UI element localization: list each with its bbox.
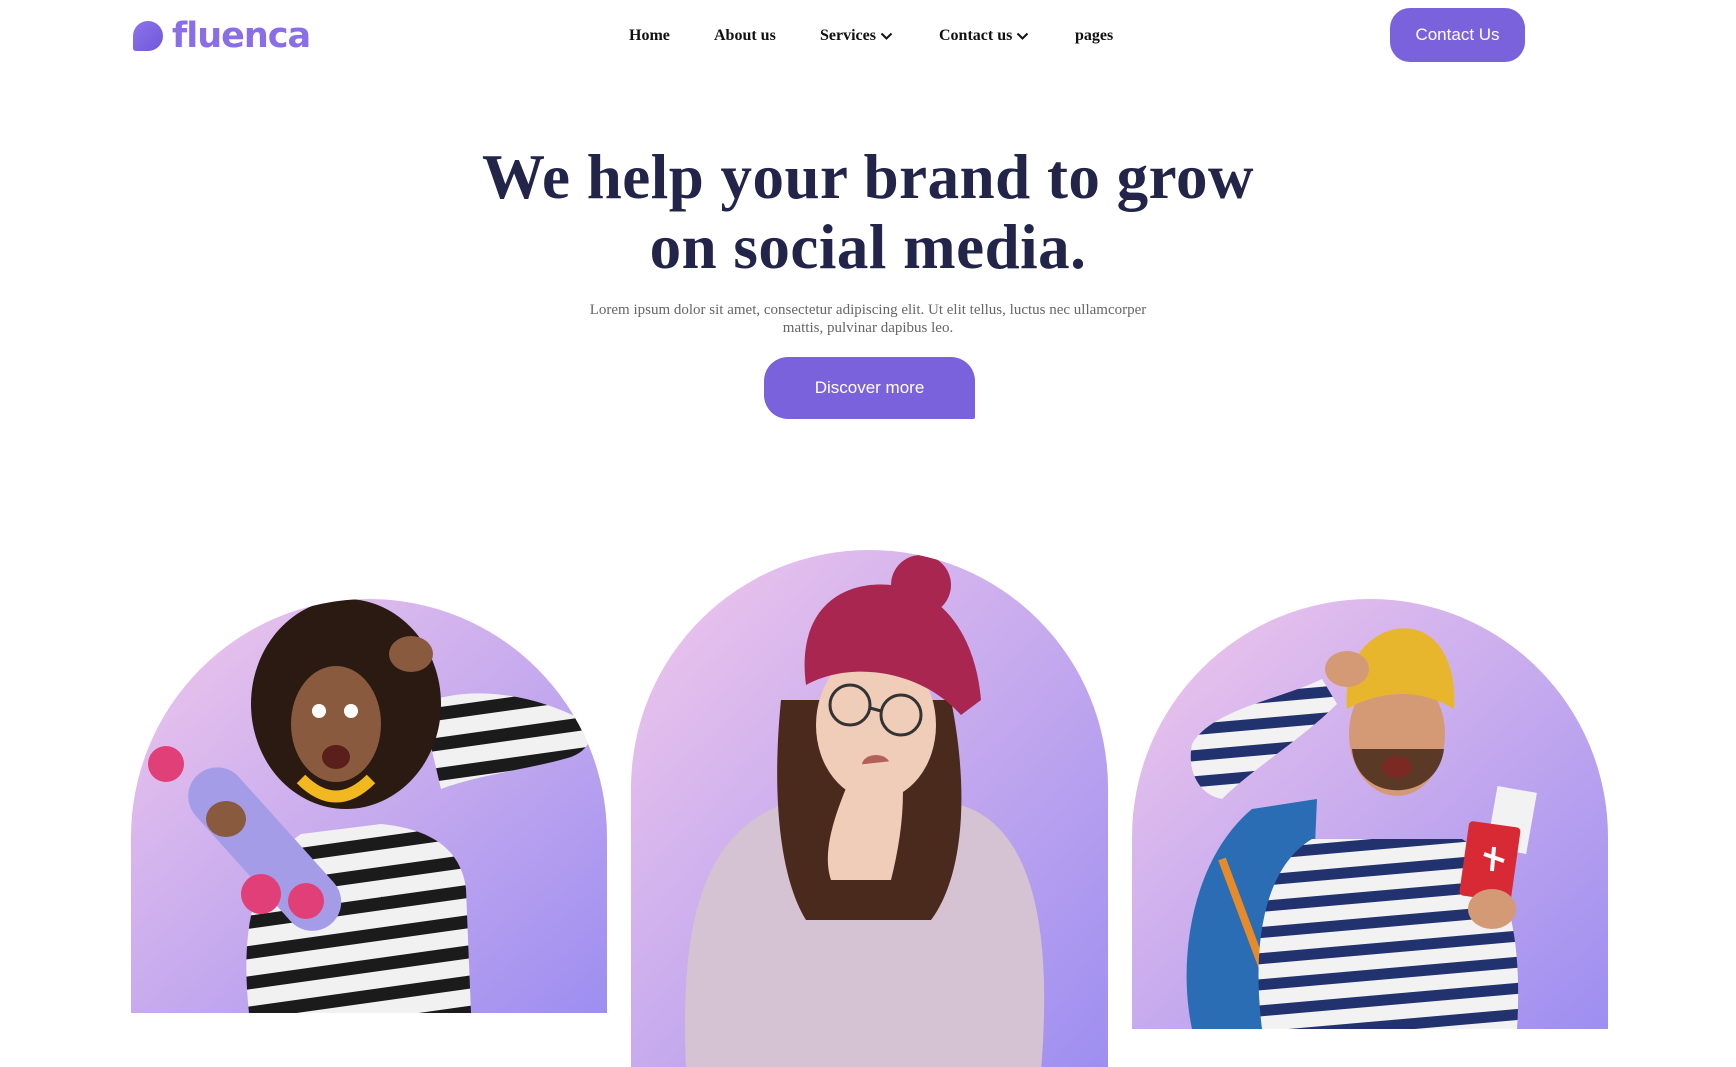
nav-item-label: Home: [629, 27, 670, 44]
contact-us-button-label: Contact Us: [1415, 25, 1500, 44]
nav-item-services[interactable]: Services: [820, 24, 893, 48]
nav-item-label: pages: [1075, 27, 1114, 44]
nav-item-label: About us: [714, 27, 776, 44]
woman-in-knit-hat-photo: [631, 550, 1108, 1067]
nav-item-label: Services: [820, 27, 876, 44]
discover-more-button[interactable]: Discover more: [764, 357, 975, 419]
discover-more-button-label: Discover more: [814, 378, 925, 397]
nav-item-contact[interactable]: Contact us: [939, 24, 1029, 48]
hero-description: Lorem ipsum dolor sit amet, consectetur …: [589, 302, 1147, 336]
nav-item-label: Contact us: [939, 27, 1013, 44]
hero-title: We help your brand to grow on social med…: [481, 142, 1254, 282]
nav-item-about[interactable]: About us: [714, 24, 776, 48]
nav-item-pages[interactable]: pages: [1075, 24, 1113, 48]
chevron-down-icon: [880, 32, 893, 40]
chevron-down-icon: [1017, 32, 1029, 40]
contact-us-button[interactable]: Contact Us: [1390, 8, 1525, 62]
nav-item-home[interactable]: Home: [629, 24, 670, 48]
man-with-passport-photo: [1132, 599, 1608, 1029]
woman-with-skateboard-photo: [131, 599, 607, 1013]
